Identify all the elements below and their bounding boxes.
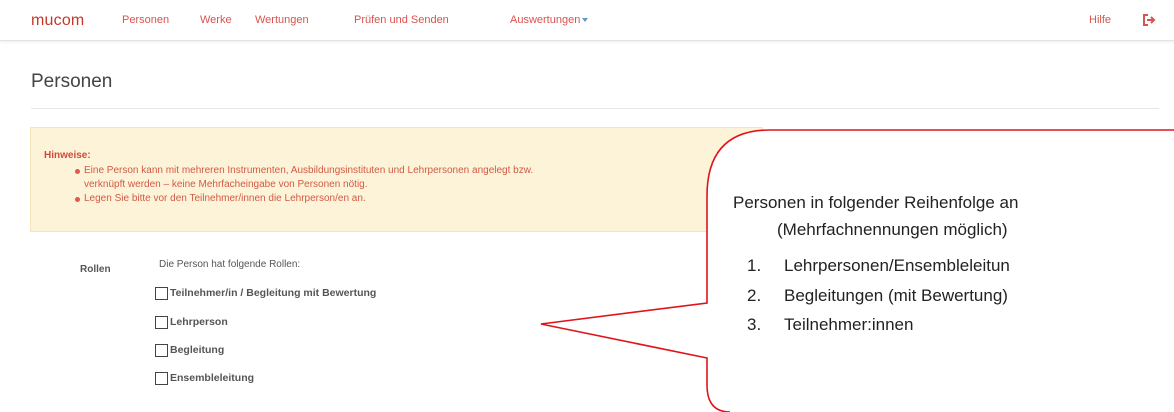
callout-item-text: Begleitungen (mit Bewertung) <box>784 286 1008 305</box>
callout-item-3: 3. Teilnehmer:innen <box>747 315 913 335</box>
callout-item-text: Lehrpersonen/Ensembleleitun <box>784 256 1010 275</box>
callout-item-number: 2. <box>747 286 762 305</box>
callout-heading: Personen in folgender Reihenfolge an <box>733 193 1019 212</box>
callout-item-2: 2. Begleitungen (mit Bewertung) <box>747 286 1008 306</box>
callout-item-text: Teilnehmer:innen <box>784 315 914 334</box>
callout-item-1: 1. Lehrpersonen/Ensembleleitun <box>747 256 1010 276</box>
callout-subheading: (Mehrfachnennungen möglich) <box>777 220 1008 239</box>
callout-item-number: 1. <box>747 256 762 275</box>
callout-item-number: 3. <box>747 315 762 334</box>
